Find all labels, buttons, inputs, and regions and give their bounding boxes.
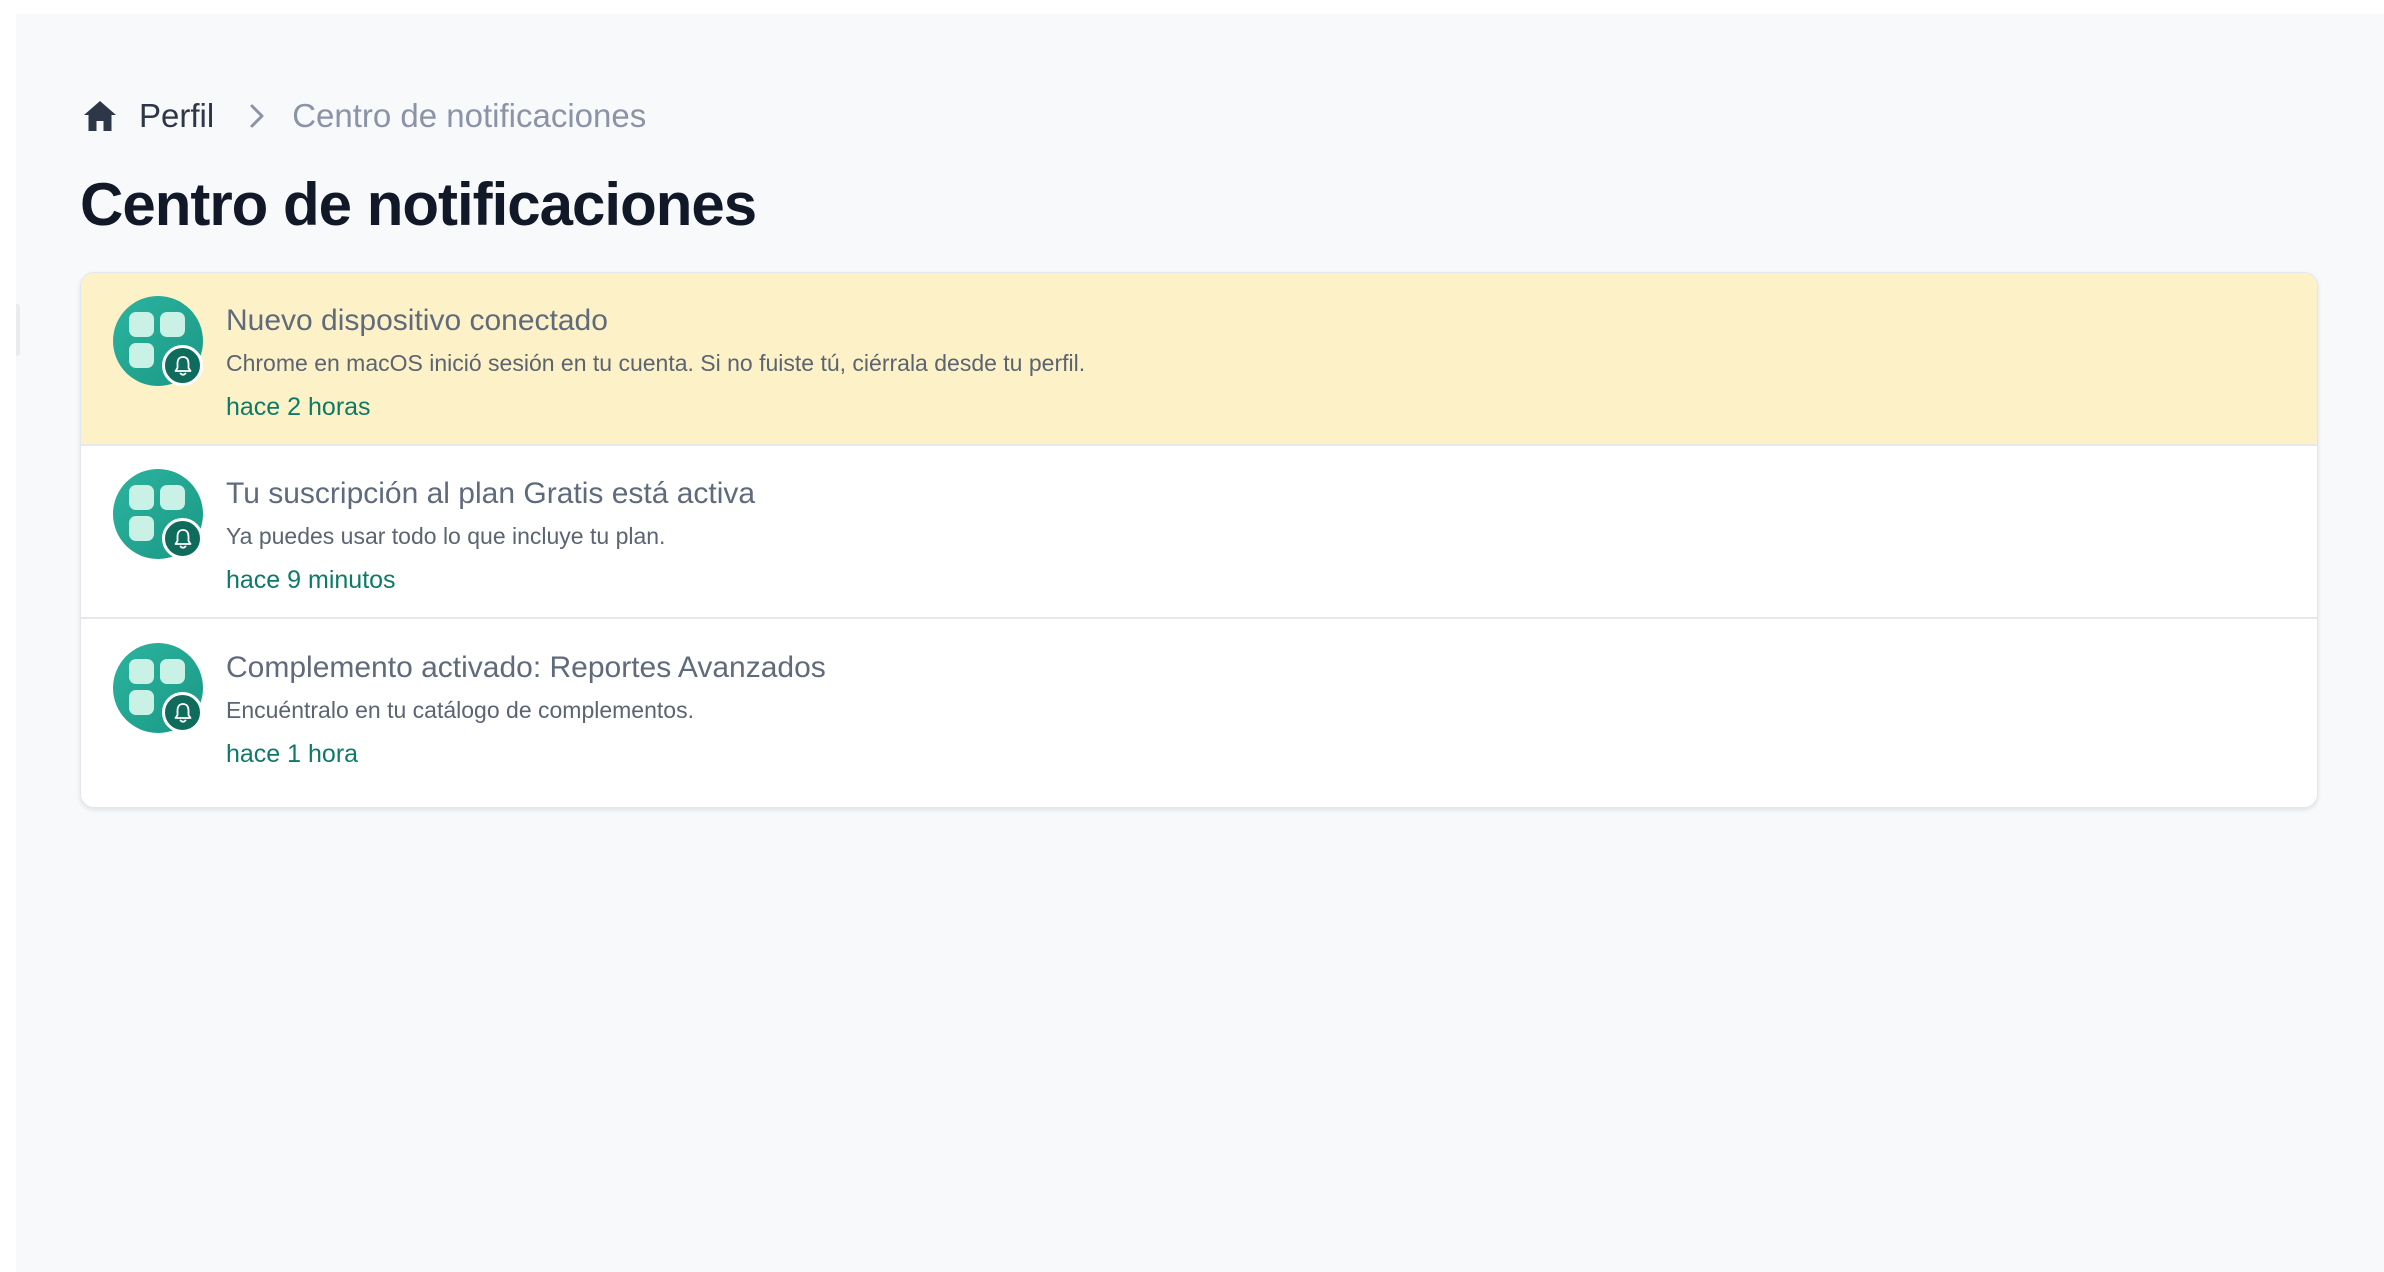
notification-item[interactable]: Complemento activado: Reportes Avanzados… xyxy=(81,620,2317,793)
notification-time: hace 2 horas xyxy=(226,393,371,421)
chevron-right-icon xyxy=(242,101,272,131)
side-panel-handle[interactable] xyxy=(16,304,20,356)
notification-body: Chrome en macOS inició sesión en tu cuen… xyxy=(226,350,1086,376)
app-grid-icon xyxy=(113,469,203,559)
bell-icon xyxy=(162,345,203,386)
bell-icon xyxy=(162,692,203,733)
bell-icon xyxy=(162,518,203,559)
breadcrumb: Perfil Centro de notificaciones xyxy=(81,86,646,146)
notification-item[interactable]: Nuevo dispositivo conectado Chrome en ma… xyxy=(81,273,2317,446)
notification-body: Ya puedes usar todo lo que incluye tu pl… xyxy=(226,523,666,549)
notification-title: Complemento activado: Reportes Avanzados xyxy=(226,651,826,684)
notification-item[interactable]: Tu suscripción al plan Gratis está activ… xyxy=(81,446,2317,619)
breadcrumb-perfil-link[interactable]: Perfil xyxy=(139,97,214,135)
notification-time: hace 9 minutos xyxy=(226,566,396,594)
notification-center-page: Perfil Centro de notificaciones Centro d… xyxy=(16,14,2384,1272)
notification-title: Nuevo dispositivo conectado xyxy=(226,304,608,337)
app-grid-icon xyxy=(113,296,203,386)
breadcrumb-current: Centro de notificaciones xyxy=(292,97,647,134)
app-grid-icon xyxy=(113,643,203,733)
notification-body: Encuéntralo en tu catálogo de complement… xyxy=(226,697,694,723)
page-title: Centro de notificaciones xyxy=(80,171,757,238)
notification-title: Tu suscripción al plan Gratis está activ… xyxy=(226,477,756,510)
home-icon[interactable] xyxy=(81,97,119,135)
notification-time: hace 1 hora xyxy=(226,740,359,768)
notification-list: Nuevo dispositivo conectado Chrome en ma… xyxy=(80,272,2318,808)
